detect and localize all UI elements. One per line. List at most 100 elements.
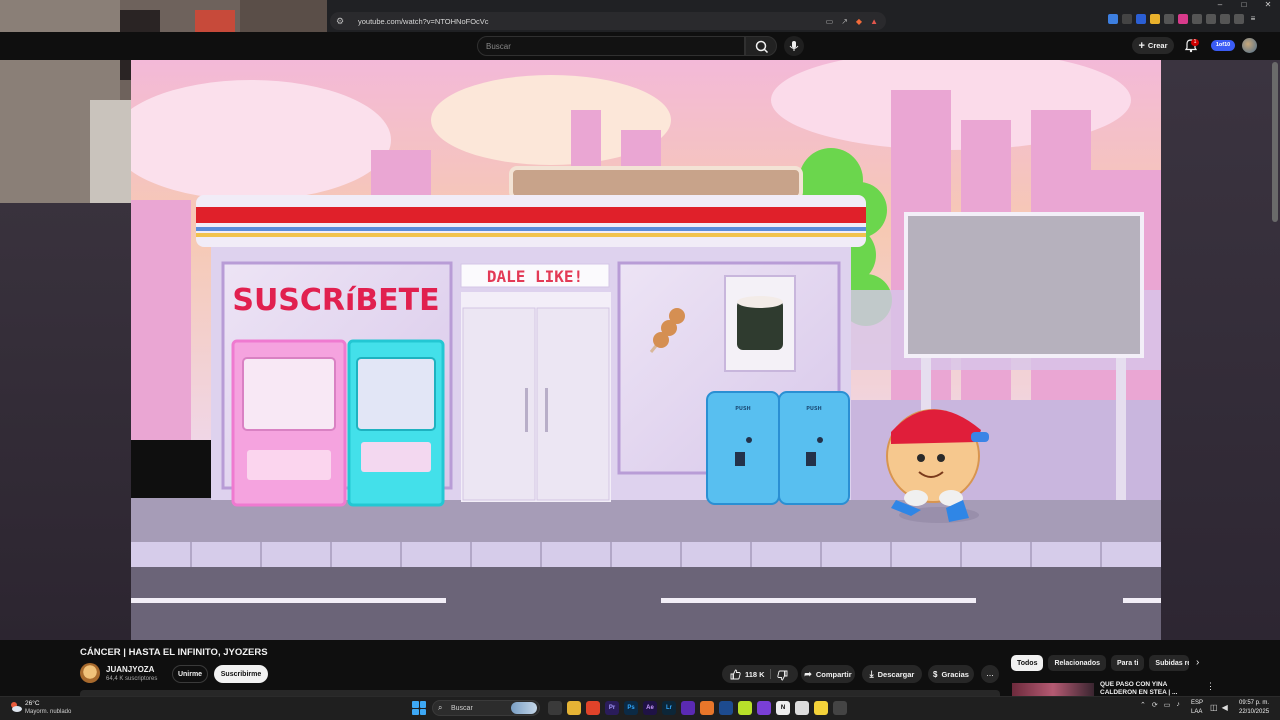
quick-settings[interactable]: ◫ ◀ (1210, 703, 1228, 712)
brave-shield-icon[interactable]: ◆ (856, 17, 862, 26)
clock-date[interactable]: 22/10/2025 (1239, 709, 1269, 715)
chip-all[interactable]: Todos (1011, 655, 1044, 671)
notion-icon[interactable]: N (776, 701, 790, 715)
dislike-button[interactable] (777, 668, 788, 686)
after-effects-icon[interactable]: Ae (643, 701, 657, 715)
recommended-thumbnail[interactable] (1012, 683, 1094, 696)
voice-search-button[interactable] (784, 36, 804, 56)
windows-start-icon[interactable] (412, 701, 426, 715)
window-controls: – □ ✕ (1208, 0, 1280, 10)
extension-icon[interactable] (1192, 14, 1202, 24)
recommended-title[interactable]: QUE PASO CON YINA CALDERON EN STEA | ... (1100, 681, 1190, 696)
sticky-notes-icon[interactable] (814, 701, 828, 715)
file-explorer-icon[interactable] (567, 701, 581, 715)
recommendation-chips: Todos Relacionados Para ti Subidas rec (1011, 655, 1190, 671)
notification-badge: 1 (1191, 39, 1199, 46)
network-icon[interactable]: ⟳ (1152, 701, 1158, 709)
create-button[interactable]: + Crear (1132, 37, 1174, 54)
game-scene: DALE LIKE! SUSCRíBETE PUSH PUSH (131, 60, 1161, 640)
share-icon[interactable]: ↗ (841, 17, 848, 26)
billboard (904, 212, 1144, 358)
site-info-icon[interactable]: ⚙ (336, 16, 352, 27)
search-button[interactable] (745, 36, 777, 56)
thanks-icon: $ (933, 669, 938, 679)
taskbar-search[interactable]: ⌕ Buscar (432, 700, 540, 716)
weather-description[interactable]: Mayorm. nublado (25, 709, 71, 715)
like-button[interactable]: 118 K (730, 669, 765, 680)
chip-related[interactable]: Relacionados (1048, 655, 1106, 671)
app-icon[interactable] (833, 701, 847, 715)
search-input[interactable]: Buscar (486, 42, 511, 51)
lightroom-icon[interactable]: Lr (662, 701, 676, 715)
account-pill[interactable]: 1of10 (1211, 40, 1235, 51)
account-avatar[interactable] (1242, 38, 1257, 53)
taskbar-apps: Pr Ps Ae Lr N (548, 701, 847, 715)
awning-stripe-blue (196, 227, 866, 231)
vending-window (242, 357, 336, 431)
taskbar-search-label: Buscar (451, 705, 473, 712)
app-icon[interactable] (738, 701, 752, 715)
search-highlight-image (511, 702, 537, 714)
video-player[interactable]: DALE LIKE! SUSCRíBETE PUSH PUSH (131, 60, 1161, 640)
cast-icon[interactable]: ▭ (826, 17, 834, 26)
mic-tray-icon[interactable]: ♪ (1176, 701, 1180, 709)
close-icon[interactable]: ✕ (1256, 0, 1280, 10)
photoshop-icon[interactable]: Ps (624, 701, 638, 715)
brave-rewards-icon[interactable]: ▲ (870, 17, 878, 26)
chip-for-you[interactable]: Para ti (1111, 655, 1145, 671)
app-icon[interactable] (681, 701, 695, 715)
curb (131, 542, 1161, 567)
address-url[interactable]: youtube.com/watch?v=NTOHNoFOcVc (358, 17, 826, 26)
app-icon[interactable] (795, 701, 809, 715)
like-dislike-segment: 118 K (722, 665, 798, 683)
extension-icon[interactable] (1164, 14, 1174, 24)
sidebar-icon[interactable] (1220, 14, 1230, 24)
awning-stripe-yellow (196, 233, 866, 237)
join-button[interactable]: Unirme (172, 665, 208, 683)
thanks-button[interactable]: $ Gracias (928, 665, 974, 683)
channel-name[interactable]: JUANJYOZA (106, 665, 154, 674)
clock-time[interactable]: 09:57 p. m. (1239, 700, 1269, 706)
download-button[interactable]: ⤓ Descargar (862, 665, 922, 683)
video-blur-right (1161, 60, 1280, 640)
app-icon[interactable] (757, 701, 771, 715)
extension-icon[interactable] (1178, 14, 1188, 24)
extension-icon[interactable] (1136, 14, 1146, 24)
more-actions-button[interactable]: ... (981, 665, 999, 683)
tray-expand-icon[interactable]: ⌃ (1140, 701, 1146, 709)
bin-label: PUSH (806, 406, 822, 412)
create-label: Crear (1147, 41, 1168, 50)
task-view-icon[interactable] (548, 701, 562, 715)
puzzle-icon[interactable] (1206, 14, 1216, 24)
thumbs-up-icon (730, 669, 741, 680)
wallet-icon[interactable] (1234, 14, 1244, 24)
store-door (462, 307, 536, 501)
share-button[interactable]: ➦ Compartir (801, 665, 855, 683)
menu-icon[interactable]: ≡ (1248, 14, 1258, 24)
brave-browser-icon[interactable] (586, 701, 600, 715)
vending-slot (247, 450, 331, 480)
extension-icon[interactable] (1150, 14, 1160, 24)
keyboard-language[interactable]: ESP (1191, 700, 1203, 706)
subscribe-button[interactable]: Suscribirme (214, 665, 268, 683)
lane-mark (661, 598, 976, 603)
app-icon[interactable] (700, 701, 714, 715)
extensions-bar: ≡ (1108, 14, 1258, 24)
maximize-icon[interactable]: □ (1232, 0, 1256, 10)
app-tray-icon[interactable]: ▭ (1164, 701, 1171, 709)
channel-avatar[interactable] (80, 663, 100, 683)
minimize-icon[interactable]: – (1208, 0, 1232, 10)
recommended-menu-icon[interactable]: ⋮ (1206, 681, 1215, 692)
chips-next-icon[interactable]: › (1196, 657, 1199, 668)
extension-icon[interactable] (1122, 14, 1132, 24)
app-icon[interactable] (719, 701, 733, 715)
extension-icon[interactable] (1108, 14, 1118, 24)
premiere-pro-icon[interactable]: Pr (605, 701, 619, 715)
weather-cloud-icon[interactable] (9, 700, 23, 714)
weather-temperature[interactable]: 26°C (25, 700, 40, 707)
search-box[interactable]: Buscar (477, 36, 745, 56)
address-bar[interactable]: ⚙ youtube.com/watch?v=NTOHNoFOcVc ▭ ↗ ◆ … (330, 12, 886, 30)
keyboard-layout[interactable]: LAA (1191, 709, 1202, 715)
page-scrollbar[interactable] (1272, 62, 1278, 222)
chip-recent-uploads[interactable]: Subidas rec (1149, 655, 1190, 671)
